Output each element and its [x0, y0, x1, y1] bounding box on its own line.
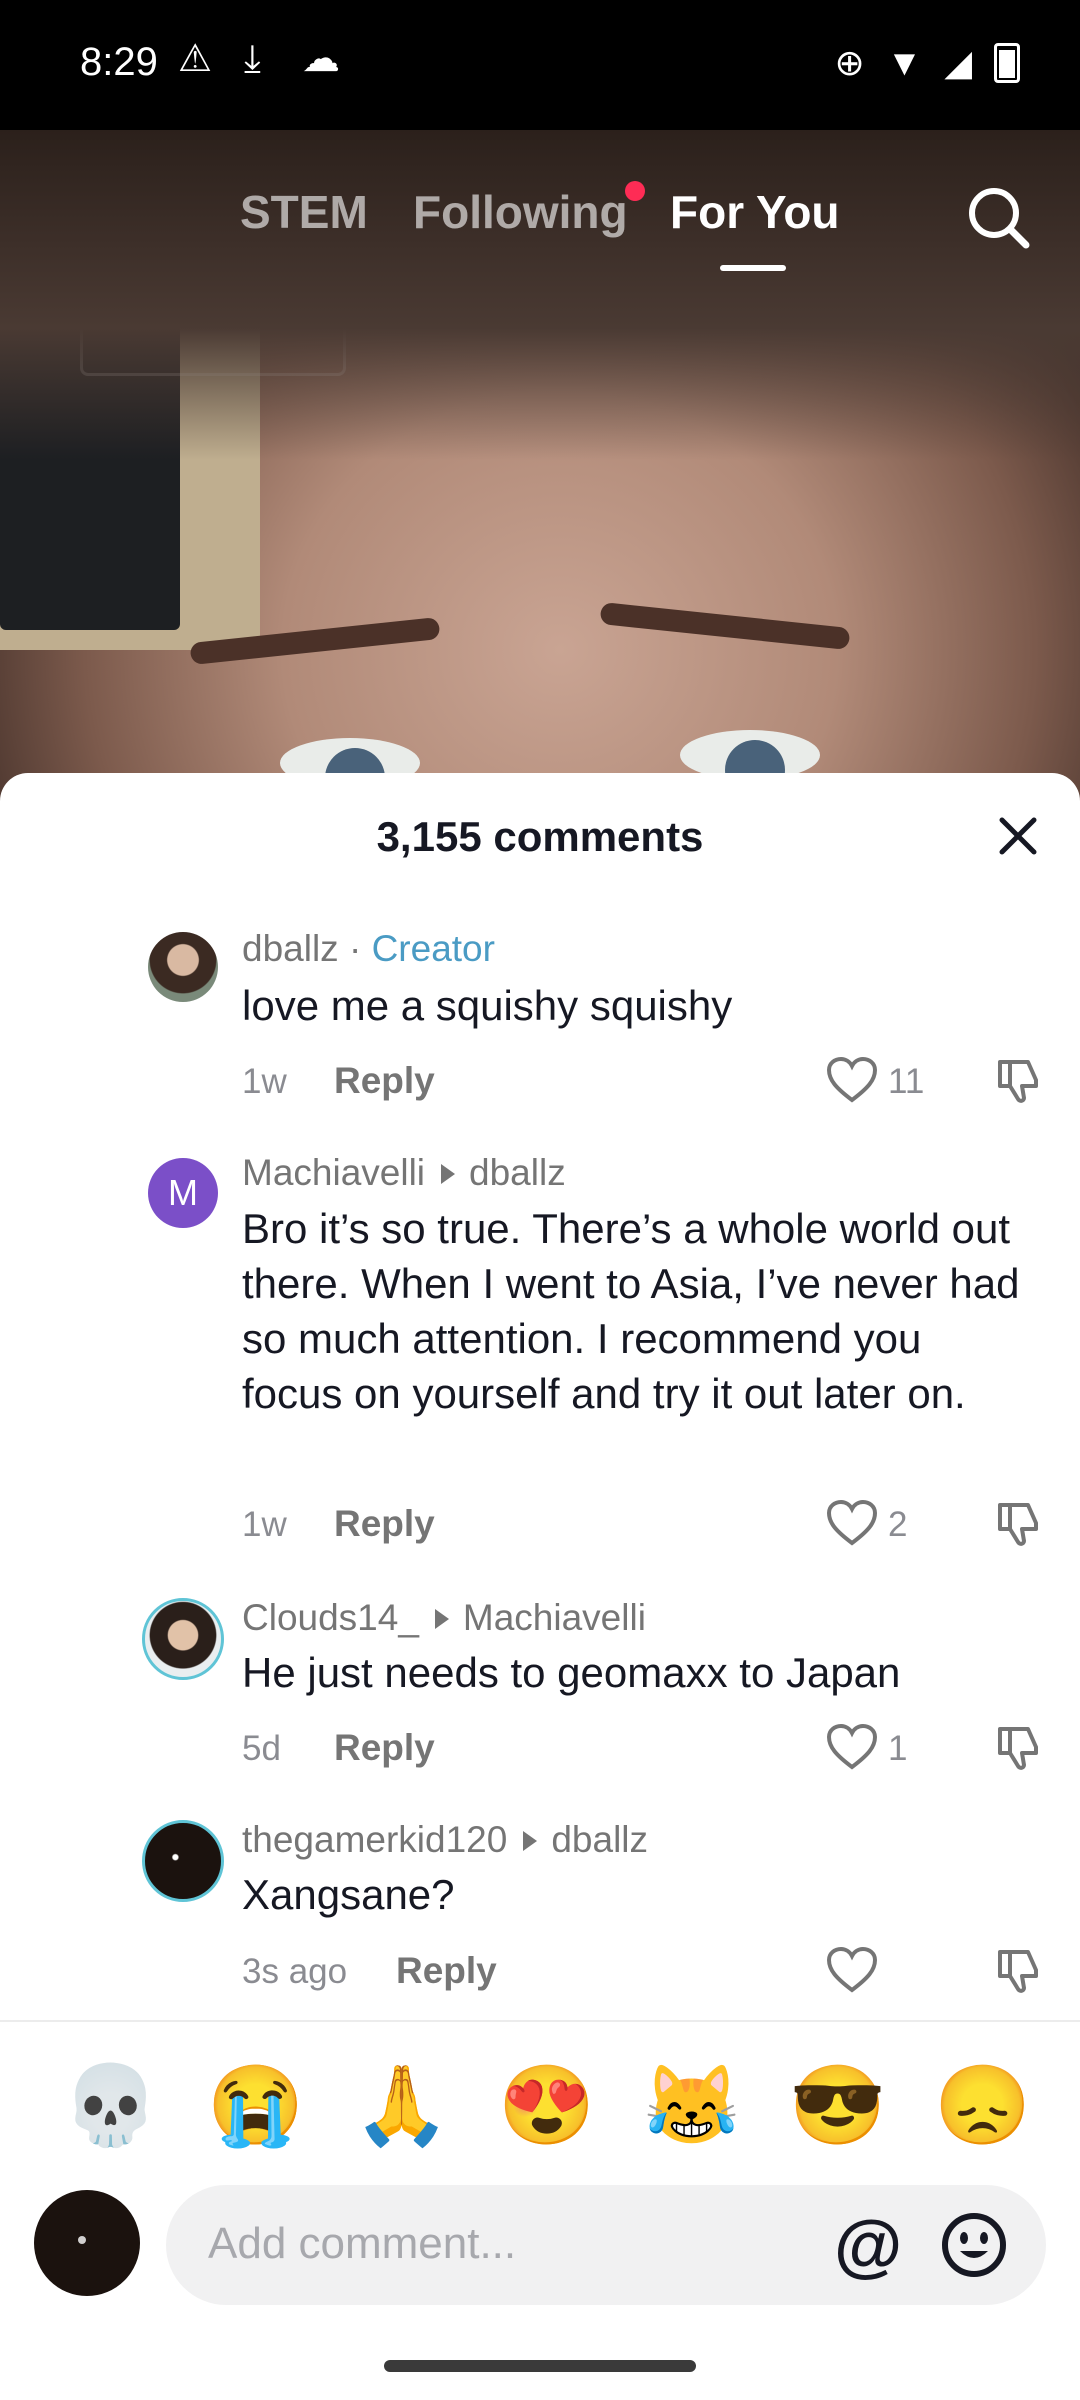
- username[interactable]: dballz: [242, 928, 339, 969]
- comment-age: 3s ago: [242, 1952, 348, 1991]
- like-count: 2: [888, 1505, 908, 1544]
- comment-text: Bro it’s so true. There’s a whole world …: [242, 1205, 1020, 1417]
- username[interactable]: Clouds14_: [242, 1597, 419, 1638]
- reply-arrow-icon: [441, 1163, 456, 1184]
- emoji-folded-hands[interactable]: 🙏: [353, 2060, 450, 2150]
- active-tab-indicator: [720, 265, 786, 271]
- download-icon: ⤓: [244, 38, 261, 80]
- creator-badge: Creator: [371, 928, 495, 969]
- comment-header: dballz · Creator: [242, 928, 495, 970]
- home-indicator[interactable]: [384, 2360, 696, 2372]
- comment-age: 1w: [242, 1062, 287, 1101]
- tab-for-you[interactable]: For You: [670, 185, 840, 239]
- top-nav: STEM Following For You: [0, 181, 1080, 271]
- reply-to-username[interactable]: dballz: [469, 1152, 566, 1193]
- dislike-icon[interactable]: [994, 1723, 1042, 1771]
- reply-button[interactable]: Reply: [334, 1060, 435, 1102]
- heart-icon[interactable]: [826, 1723, 878, 1771]
- username[interactable]: thegamerkid120: [242, 1819, 507, 1860]
- data-saver-icon: ⊕: [834, 42, 865, 83]
- close-icon[interactable]: [990, 808, 1046, 864]
- warning-icon: ⚠: [178, 38, 213, 80]
- dislike-icon[interactable]: [994, 1056, 1042, 1104]
- heart-icon[interactable]: [826, 1946, 878, 1994]
- avatar[interactable]: [142, 1598, 224, 1680]
- divider: [0, 2020, 1080, 2022]
- wifi-icon: ▼: [886, 42, 923, 83]
- comment-text: He just needs to geomaxx to Japan: [242, 1649, 901, 1696]
- mention-icon[interactable]: @: [834, 2207, 902, 2283]
- notification-dot: [625, 181, 645, 201]
- emoji-loudly-crying[interactable]: 😭: [207, 2060, 304, 2150]
- status-time: 8:29: [80, 40, 158, 84]
- tab-following[interactable]: Following: [413, 185, 628, 239]
- heart-icon[interactable]: [826, 1499, 878, 1547]
- quick-emoji-bar: 💀 😭 🙏 😍 😹 😎 😞: [0, 2060, 1080, 2160]
- battery-icon: [994, 43, 1020, 83]
- like-count: 11: [888, 1062, 925, 1101]
- emoji-disappointed[interactable]: 😞: [934, 2060, 1031, 2150]
- avatar[interactable]: [142, 1820, 224, 1902]
- reply-arrow-icon: [434, 1608, 449, 1629]
- right-brow: [599, 601, 851, 651]
- emoji-heart-eyes[interactable]: 😍: [498, 2060, 595, 2150]
- hair: [0, 130, 1080, 460]
- username[interactable]: Machiavelli: [242, 1152, 425, 1193]
- status-bar: 8:29 ⚠ ⤓ ☁ ⊕ ▼ ◢: [0, 0, 1080, 130]
- my-avatar[interactable]: [34, 2190, 140, 2296]
- reply-to-username[interactable]: Machiavelli: [463, 1597, 646, 1638]
- comment-age: 5d: [242, 1729, 281, 1768]
- comment-text: love me a squishy squishy: [242, 982, 733, 1029]
- comment-header: Clouds14_ Machiavelli: [242, 1597, 646, 1639]
- tab-stem[interactable]: STEM: [240, 185, 368, 239]
- avatar[interactable]: M: [148, 1158, 218, 1228]
- cloud-icon: ☁: [302, 38, 340, 80]
- status-right-icons: ⊕ ▼ ◢: [834, 42, 1020, 84]
- search-icon[interactable]: [966, 185, 1032, 251]
- reply-to-username[interactable]: dballz: [551, 1819, 648, 1860]
- comment-text: Xangsane?: [242, 1871, 455, 1918]
- reply-arrow-icon: [523, 1830, 538, 1851]
- emoji-skull[interactable]: 💀: [62, 2060, 159, 2150]
- reply-button[interactable]: Reply: [334, 1503, 435, 1545]
- comment-input[interactable]: Add comment... @: [166, 2185, 1046, 2305]
- comment-header: Machiavelli dballz: [242, 1152, 566, 1194]
- comment-placeholder: Add comment...: [208, 2219, 517, 2268]
- reply-button[interactable]: Reply: [334, 1727, 435, 1769]
- reply-button[interactable]: Reply: [396, 1950, 497, 1992]
- dislike-icon[interactable]: [994, 1499, 1042, 1547]
- emoji-picker-icon[interactable]: [940, 2211, 1008, 2279]
- emoji-cat-joy[interactable]: 😹: [643, 2060, 740, 2150]
- comments-count: 3,155 comments: [376, 813, 704, 860]
- dislike-icon[interactable]: [994, 1946, 1042, 1994]
- emoji-sunglasses[interactable]: 😎: [789, 2060, 886, 2150]
- heart-icon[interactable]: [826, 1056, 878, 1104]
- avatar[interactable]: [148, 932, 218, 1002]
- comment-header: thegamerkid120 dballz: [242, 1819, 648, 1861]
- signal-icon: ◢: [944, 42, 972, 83]
- comment-age: 1w: [242, 1505, 287, 1544]
- like-count: 1: [888, 1729, 908, 1768]
- separator: ·: [348, 928, 372, 969]
